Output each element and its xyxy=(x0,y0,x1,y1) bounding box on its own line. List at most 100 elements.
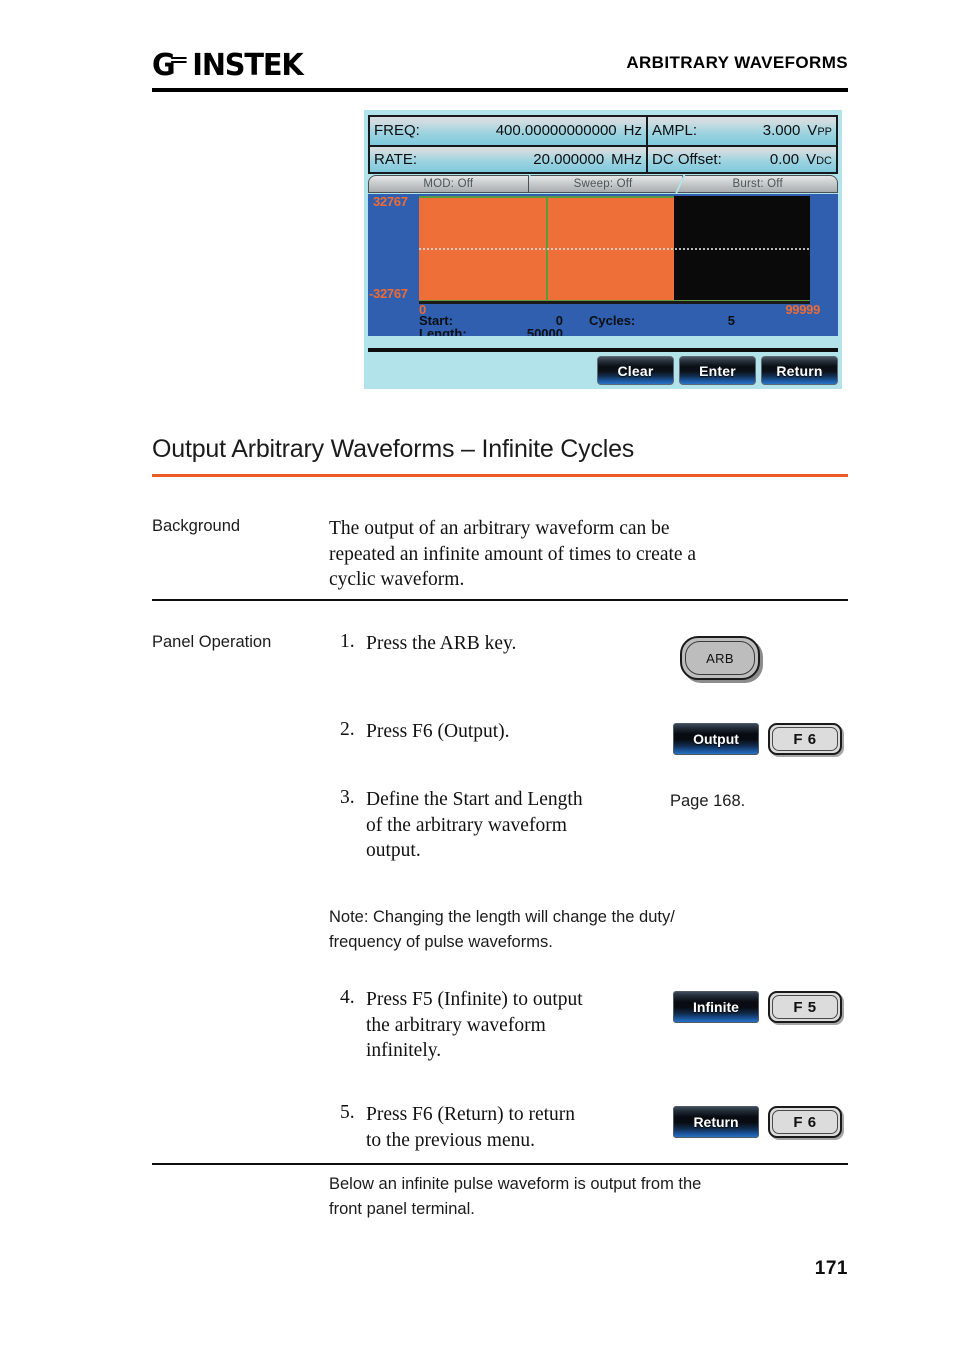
background-text-line-1: The output of an arbitrary waveform can … xyxy=(329,518,670,539)
dc-offset-value: 0.00 xyxy=(769,150,800,168)
length-value: 50000 xyxy=(526,326,563,336)
step-5-keys: Return F 6 xyxy=(673,1106,842,1138)
rate-value: 20.000000 xyxy=(533,150,605,168)
step-1-number: 1. xyxy=(340,631,355,652)
step-4-text: Press F5 (Infinite) to output the arbitr… xyxy=(366,987,583,1064)
waveform-graph: 32767 -32767 0 99999 Start: 0 Cycles: 5 … xyxy=(368,194,838,336)
dc-offset-unit: VDC xyxy=(806,150,832,168)
rate-unit: MHz xyxy=(611,150,642,168)
rate-field: RATE: 20.000000 MHz xyxy=(370,146,648,172)
freq-unit: Hz xyxy=(623,122,642,140)
instrument-display-screenshot: FREQ: 400.00000000000 Hz AMPL: 3.000 VPP… xyxy=(364,110,842,389)
rate-label: RATE: xyxy=(374,150,418,168)
f5-key-label: F 5 xyxy=(793,998,817,1016)
dc-offset-label: DC Offset: xyxy=(652,150,722,168)
softkey-return[interactable]: Return xyxy=(761,356,838,385)
freq-field: FREQ: 400.00000000000 Hz xyxy=(370,117,648,145)
step-5-number: 5. xyxy=(340,1102,355,1123)
param-row-start: Start: 0 Cycles: 5 xyxy=(419,314,830,327)
infinite-softkey-button[interactable]: Infinite xyxy=(673,991,759,1023)
step-4-keys: Infinite F 5 xyxy=(673,991,842,1023)
step-3-text-line-3: output. xyxy=(366,840,421,861)
divider-after-background xyxy=(152,599,848,601)
footer-note-line-2: front panel terminal. xyxy=(329,1200,475,1218)
step-5-text-line-2: to the previous menu. xyxy=(366,1129,535,1151)
header-title: ARBITRARY WAVEFORMS xyxy=(626,53,848,72)
output-softkey-button[interactable]: Output xyxy=(673,723,759,755)
background-label: Background xyxy=(152,517,241,535)
panel-operation-note: Note: Changing the length will change th… xyxy=(329,905,829,955)
step-2-keys: Output F 6 xyxy=(673,723,842,755)
f6-key-2-label: F 6 xyxy=(793,1113,817,1131)
tab-mod[interactable]: MOD: Off xyxy=(368,175,529,193)
y-axis-min-label: -32767 xyxy=(369,286,408,301)
step-3: 3. Define the Start and Length of the ar… xyxy=(340,787,660,864)
divider-after-steps xyxy=(152,1163,848,1165)
arb-key-label: ARB xyxy=(706,650,734,666)
logo-bars-icon xyxy=(171,57,187,68)
step-2-text: Press F6 (Output). xyxy=(366,721,510,742)
softkey-clear[interactable]: Clear xyxy=(597,356,674,385)
step-3-text-line-1: Define the Start and Length xyxy=(366,789,583,810)
f5-key-button[interactable]: F 5 xyxy=(768,991,842,1023)
step-4: 4. Press F5 (Infinite) to output the arb… xyxy=(340,987,660,1064)
ampl-unit: VPP xyxy=(807,122,832,140)
arb-key-button[interactable]: ARB xyxy=(680,636,760,680)
waveform-parameters: Start: 0 Cycles: 5 Length: 50000 xyxy=(419,314,830,336)
waveform-plot-area xyxy=(419,196,810,304)
step-2-number: 2. xyxy=(340,719,355,740)
freq-value: 400.00000000000 xyxy=(495,122,617,140)
step-4-text-line-2: the arbitrary waveform xyxy=(366,1014,546,1036)
freq-label: FREQ: xyxy=(374,122,420,140)
return-softkey-button[interactable]: Return xyxy=(673,1106,759,1138)
note-line-1: Note: Changing the length will change th… xyxy=(329,908,675,926)
step-5-text: Press F6 (Return) to return to the previ… xyxy=(366,1102,575,1153)
panel-operation-label: Panel Operation xyxy=(152,633,272,651)
display-readout-panel: FREQ: 400.00000000000 Hz AMPL: 3.000 VPP… xyxy=(368,115,838,174)
ampl-label: AMPL: xyxy=(652,122,698,140)
step-5-text-line-1: Press F6 (Return) to return xyxy=(366,1104,576,1125)
length-label: Length: xyxy=(419,326,467,336)
tab-sweep[interactable]: Sweep: Off xyxy=(523,175,684,193)
display-softkey-row: Clear Enter Return xyxy=(368,356,838,385)
page-number: 171 xyxy=(814,1258,848,1279)
note-line-2: frequency of pulse waveforms. xyxy=(329,933,553,951)
step-1-text: Press the ARB key. xyxy=(366,633,517,654)
cycles-value: 5 xyxy=(727,313,735,328)
plot-shadow xyxy=(419,301,810,304)
step-4-number: 4. xyxy=(340,987,355,1008)
background-text: The output of an arbitrary waveform can … xyxy=(329,516,849,593)
display-status-tabs: MOD: Off Sweep: Off Burst: Off xyxy=(368,175,839,193)
y-axis-max-label: 32767 xyxy=(373,194,408,209)
f6-key-button[interactable]: F 6 xyxy=(768,723,842,755)
step-3-text-line-2: of the arbitrary waveform xyxy=(366,814,567,836)
step-4-text-line-1: Press F5 (Infinite) to output xyxy=(366,989,583,1010)
footer-note: Below an infinite pulse waveform is outp… xyxy=(329,1172,849,1222)
readout-row-2: RATE: 20.000000 MHz DC Offset: 0.00 VDC xyxy=(370,144,836,172)
ampl-value: 3.000 xyxy=(762,122,801,140)
step-3-number: 3. xyxy=(340,787,355,808)
readout-row-1: FREQ: 400.00000000000 Hz AMPL: 3.000 VPP xyxy=(370,117,836,145)
cycles-label: Cycles: xyxy=(589,313,636,328)
param-row-length: Length: 50000 xyxy=(419,327,830,336)
page-header: G INSTEK ARBITRARY WAVEFORMS xyxy=(152,48,848,92)
f6-key-label: F 6 xyxy=(793,730,817,748)
page-title: Output Arbitrary Waveforms – Infinite Cy… xyxy=(152,435,635,463)
tab-burst[interactable]: Burst: Off xyxy=(677,175,839,193)
step-2: 2. Press F6 (Output). xyxy=(340,719,640,745)
step-3-page-reference[interactable]: Page 168. xyxy=(670,792,745,811)
step-3-text: Define the Start and Length of the arbit… xyxy=(366,787,583,864)
dc-offset-field: DC Offset: 0.00 VDC xyxy=(648,146,836,172)
footer-note-line-1: Below an infinite pulse waveform is outp… xyxy=(329,1175,702,1193)
waveform-zero-line xyxy=(419,248,810,250)
step-4-text-line-3: infinitely. xyxy=(366,1040,442,1061)
f6-key-button-2[interactable]: F 6 xyxy=(768,1106,842,1138)
background-text-line-3: cyclic waveform. xyxy=(329,569,465,590)
ampl-field: AMPL: 3.000 VPP xyxy=(648,117,836,145)
background-text-line-2: repeated an infinite amount of times to … xyxy=(329,543,697,565)
display-bottom-bar xyxy=(368,348,838,352)
header-divider xyxy=(152,88,848,92)
step-5: 5. Press F6 (Return) to return to the pr… xyxy=(340,1102,660,1153)
softkey-enter[interactable]: Enter xyxy=(679,356,756,385)
step-1: 1. Press the ARB key. xyxy=(340,631,640,657)
